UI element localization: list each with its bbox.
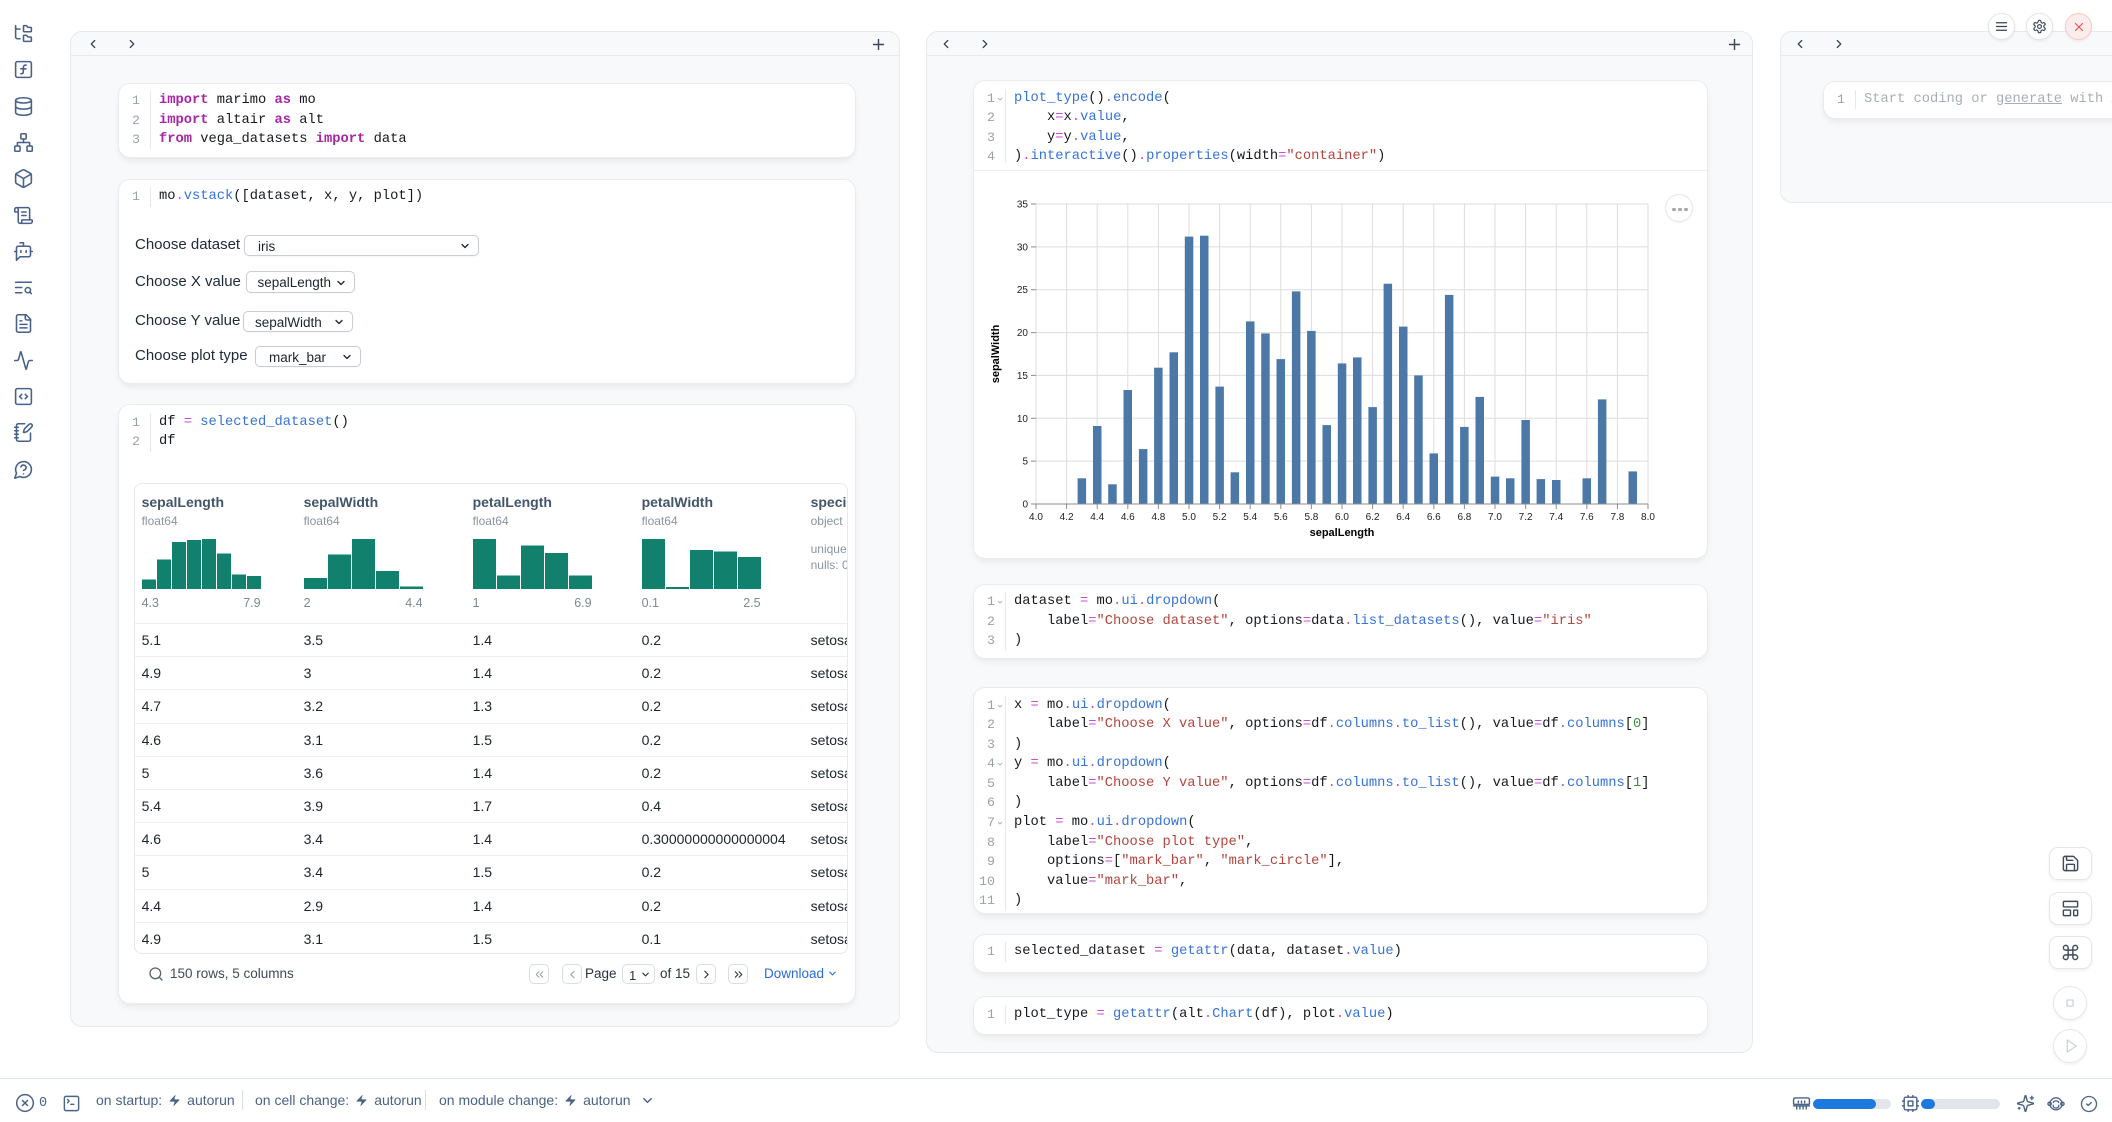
svg-text:35: 35 [1017,200,1029,211]
svg-text:8.0: 8.0 [1641,512,1655,523]
svg-text:5.0: 5.0 [1182,512,1196,523]
svg-text:4.8: 4.8 [1151,512,1165,523]
svg-text:30: 30 [1017,242,1029,253]
svg-text:7.0: 7.0 [1488,512,1502,523]
svg-text:20: 20 [1017,328,1029,339]
svg-text:4.0: 4.0 [1029,512,1043,523]
svg-text:10: 10 [1017,414,1029,425]
svg-text:5.4: 5.4 [1243,512,1257,523]
svg-text:7.8: 7.8 [1610,512,1624,523]
svg-text:0: 0 [1022,500,1028,511]
svg-text:4.4: 4.4 [1090,512,1104,523]
svg-text:6.6: 6.6 [1427,512,1441,523]
svg-text:7.6: 7.6 [1580,512,1594,523]
svg-text:4.2: 4.2 [1060,512,1074,523]
svg-text:5.6: 5.6 [1274,512,1288,523]
svg-text:6.0: 6.0 [1335,512,1349,523]
svg-text:6.2: 6.2 [1366,512,1380,523]
svg-text:4.6: 4.6 [1121,512,1135,523]
svg-text:6.4: 6.4 [1396,512,1410,523]
svg-text:7.4: 7.4 [1549,512,1563,523]
svg-text:5: 5 [1022,457,1028,468]
svg-text:15: 15 [1017,371,1029,382]
svg-text:sepalLength: sepalLength [1310,527,1375,539]
svg-text:7.2: 7.2 [1519,512,1533,523]
svg-text:5.8: 5.8 [1304,512,1318,523]
svg-text:sepalWidth: sepalWidth [990,324,1002,383]
svg-text:6.8: 6.8 [1457,512,1471,523]
svg-text:5.2: 5.2 [1213,512,1227,523]
svg-text:25: 25 [1017,285,1029,296]
